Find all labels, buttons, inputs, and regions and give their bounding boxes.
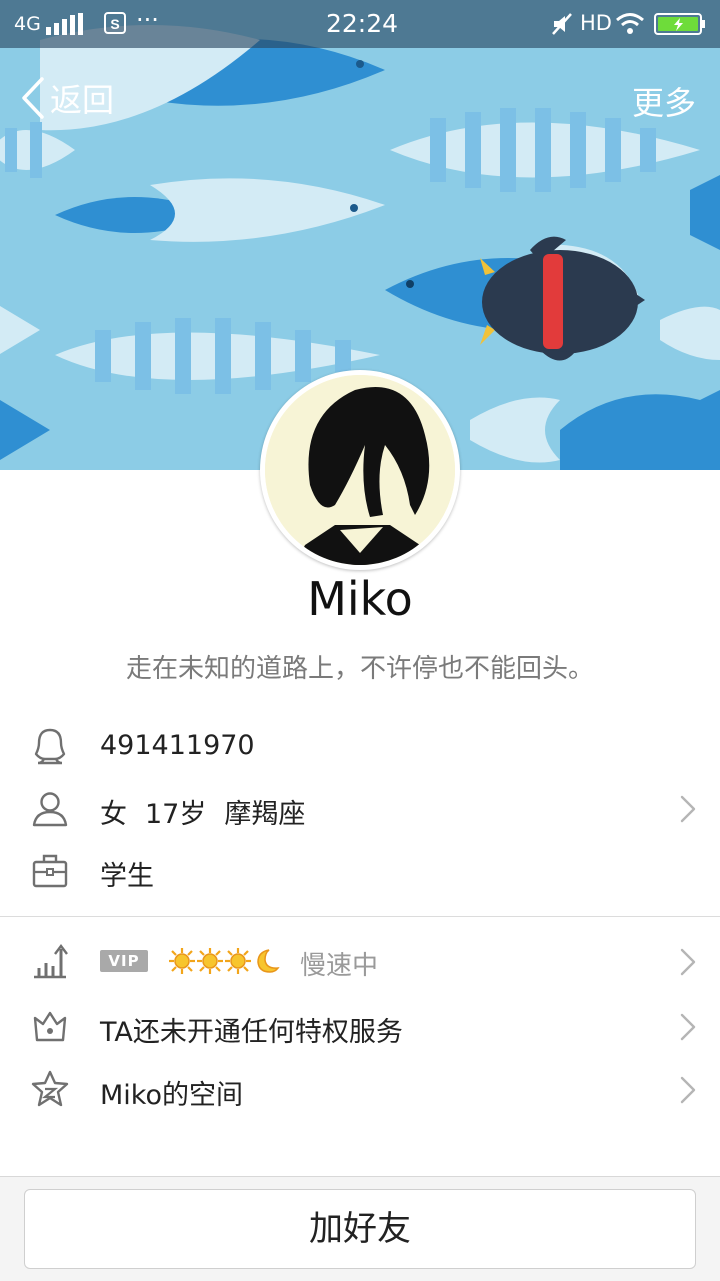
- section-divider: [0, 916, 720, 917]
- network-type: 4G: [14, 13, 41, 35]
- status-bar: 4G S ··· 22:24 HD: [0, 0, 720, 48]
- avatar[interactable]: [260, 370, 460, 570]
- age: 17岁: [145, 799, 207, 830]
- bottom-action-bar: 加好友: [0, 1176, 720, 1281]
- svg-text:S: S: [110, 16, 119, 32]
- briefcase-icon: [32, 854, 68, 888]
- vip-badge: VIP: [100, 950, 148, 972]
- girl-silhouette-illustration: [265, 375, 455, 565]
- privilege-row[interactable]: TA还未开通任何特权服务: [0, 996, 720, 1056]
- qq-number: 491411970: [100, 730, 255, 761]
- back-label: 返回: [50, 81, 115, 119]
- hd-indicator: HD: [580, 11, 612, 35]
- acceleration-status: 慢速中: [300, 951, 379, 981]
- qzone-text: Miko的空间: [100, 1080, 243, 1111]
- profile-name: Miko: [307, 572, 413, 626]
- user-icon: [32, 792, 68, 827]
- chevron-right-icon: [680, 1076, 696, 1104]
- clock: 22:24: [326, 9, 399, 38]
- penguin-icon: [34, 728, 66, 765]
- star-icon: [31, 1070, 69, 1107]
- sun-icon: [197, 948, 223, 974]
- more-button[interactable]: 更多: [632, 78, 696, 124]
- chevron-right-icon: [680, 1013, 696, 1041]
- more-notifications-icon: ···: [136, 6, 159, 34]
- battery-icon: [654, 13, 705, 35]
- qzone-row[interactable]: Miko的空间: [0, 1059, 720, 1119]
- moon-icon: [257, 949, 280, 973]
- back-chevron-icon: [22, 77, 44, 119]
- app-notification-icon: S: [104, 12, 126, 34]
- occupation-row: 学生: [0, 840, 720, 900]
- wifi-icon: [616, 13, 644, 34]
- mute-icon: [552, 13, 572, 35]
- chevron-right-icon: [680, 948, 696, 976]
- back-button[interactable]: 返回: [18, 76, 114, 120]
- crown-icon: [33, 1011, 67, 1042]
- avatar-image: [265, 375, 455, 565]
- basic-info: 女 17岁 摩羯座: [100, 792, 305, 831]
- occupation: 学生: [100, 861, 154, 892]
- sun-icon: [225, 948, 251, 974]
- profile-signature: 走在未知的道路上，不许停也不能回头。: [125, 654, 594, 684]
- zodiac: 摩羯座: [224, 799, 306, 830]
- level-row[interactable]: VIP 慢速中: [0, 931, 720, 991]
- chevron-right-icon: [680, 795, 696, 823]
- basic-info-row[interactable]: 女 17岁 摩羯座: [0, 778, 720, 838]
- signal-icon: [46, 13, 83, 35]
- privilege-text: TA还未开通任何特权服务: [100, 1017, 403, 1048]
- level-icons: [168, 947, 280, 975]
- gender: 女: [100, 799, 127, 830]
- top-navigation: 返回 更多: [0, 62, 720, 132]
- sun-icon: [169, 948, 195, 974]
- level-chart-icon: [34, 944, 68, 979]
- add-friend-button[interactable]: 加好友: [24, 1189, 696, 1269]
- qq-number-row[interactable]: 491411970: [0, 716, 720, 776]
